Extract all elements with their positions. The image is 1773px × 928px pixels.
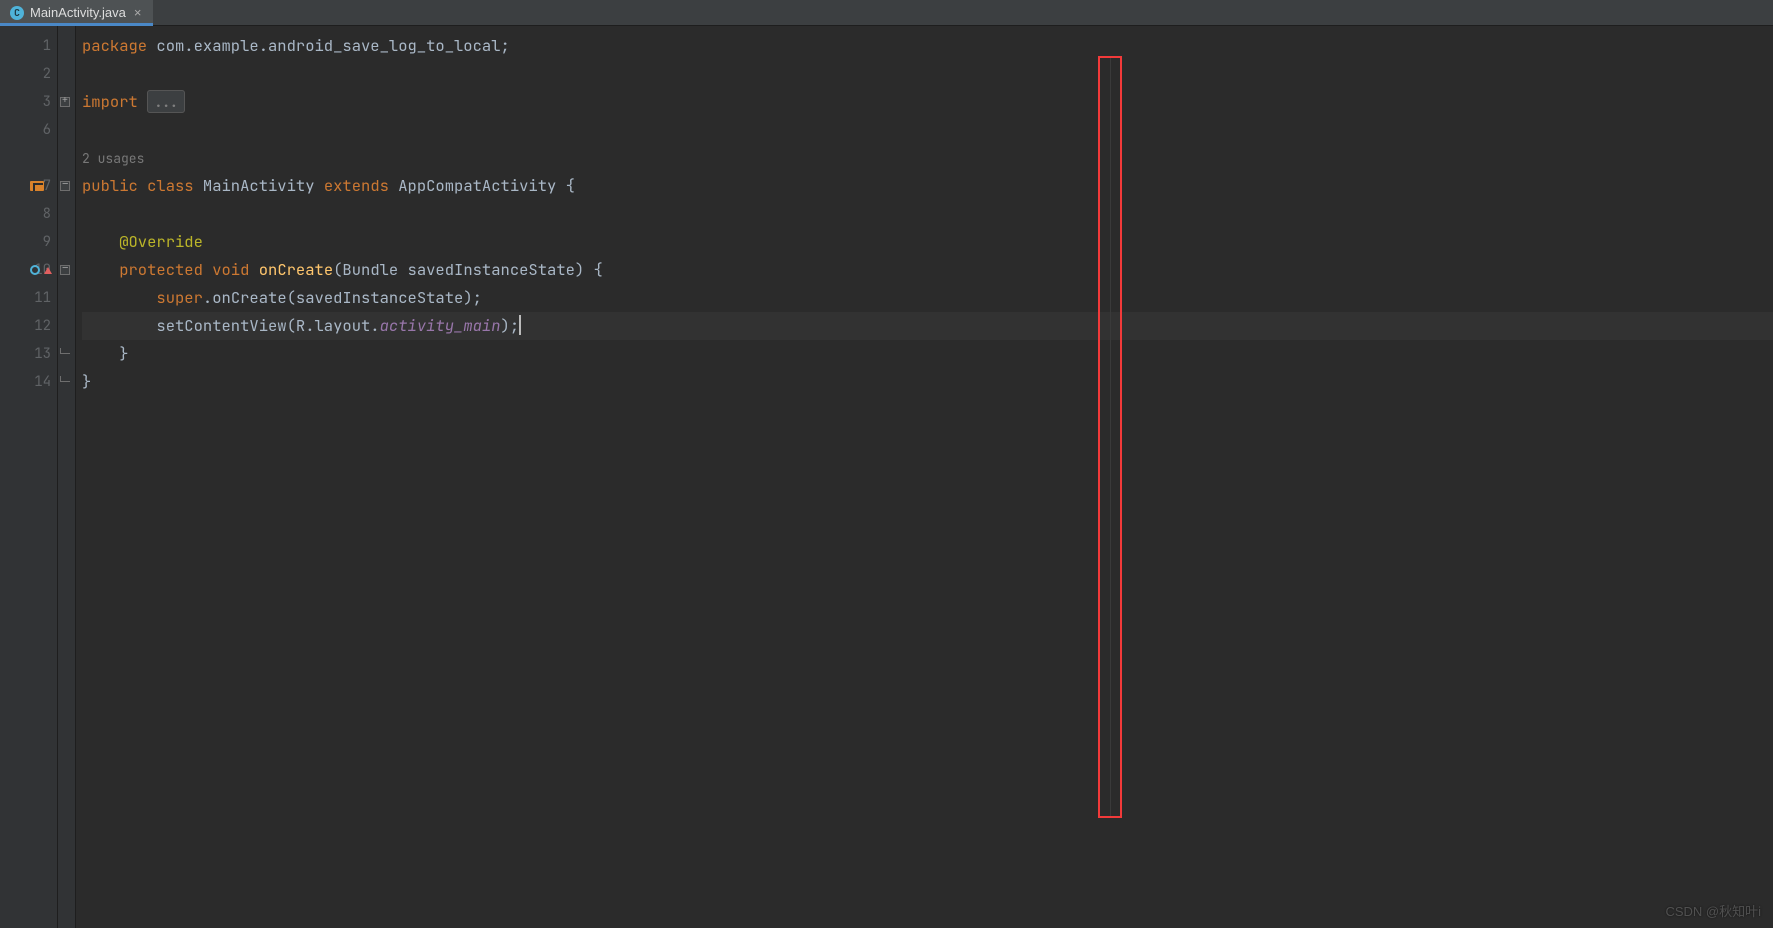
code-line[interactable]: @Override <box>82 228 1773 256</box>
fold-expand-icon[interactable] <box>60 97 70 107</box>
code-line[interactable] <box>82 116 1773 144</box>
keyword: import <box>82 91 147 112</box>
code-line[interactable]: } <box>82 340 1773 368</box>
watermark-text: CSDN @秋知叶i <box>1665 901 1761 920</box>
folded-region[interactable]: ... <box>147 90 185 113</box>
fold-collapse-icon[interactable] <box>60 265 70 275</box>
params: (Bundle savedInstanceState) { <box>333 259 603 280</box>
code-line[interactable]: 2 usages <box>82 144 1773 172</box>
text-cursor <box>519 315 521 335</box>
line-number <box>0 144 51 172</box>
line-number: 9 <box>0 228 51 256</box>
class-name: MainActivity <box>203 175 324 196</box>
tab-label: MainActivity.java <box>30 5 126 20</box>
line-number: 2 <box>0 60 51 88</box>
method-name: onCreate <box>259 259 333 280</box>
annotation: @Override <box>119 231 203 252</box>
editor[interactable]: 1 2 3 6 7 8 9 10 11 12 13 <box>0 26 1773 928</box>
keyword: protected void <box>119 259 259 280</box>
keyword: extends <box>324 175 398 196</box>
code-line[interactable]: } <box>82 368 1773 396</box>
class-name: AppCompatActivity <box>398 175 565 196</box>
code-line[interactable]: import ... <box>82 88 1773 116</box>
fold-end-icon <box>60 348 70 354</box>
tab-mainactivity[interactable]: C MainActivity.java × <box>0 0 153 25</box>
method-call: setContentView <box>156 315 286 336</box>
class-file-icon: C <box>10 6 24 20</box>
code-line[interactable]: super.onCreate(savedInstanceState); <box>82 284 1773 312</box>
usages-hint[interactable]: 2 usages <box>82 150 144 167</box>
code-line[interactable] <box>82 60 1773 88</box>
line-number: 8 <box>0 200 51 228</box>
fold-gutter <box>58 26 76 928</box>
keyword: public class <box>82 175 203 196</box>
code-text: com.example.android_save_log_to_local; <box>156 35 509 56</box>
brace: { <box>566 175 575 196</box>
line-number: 3 <box>0 88 51 116</box>
code-text: .onCreate(savedInstanceState); <box>203 287 482 308</box>
code-line[interactable]: public class MainActivity extends AppCom… <box>82 172 1773 200</box>
tab-bar: C MainActivity.java × <box>0 0 1773 26</box>
field-ref: activity_main <box>380 315 501 336</box>
code-line[interactable] <box>82 200 1773 228</box>
fold-collapse-icon[interactable] <box>60 181 70 191</box>
code-line[interactable]: package com.example.android_save_log_to_… <box>82 32 1773 60</box>
editor-app: C MainActivity.java × 1 2 3 6 7 8 9 10 <box>0 0 1773 928</box>
brace: } <box>119 343 128 364</box>
code-line-current[interactable]: setContentView(R.layout.activity_main); <box>82 312 1773 340</box>
code-line[interactable]: protected void onCreate(Bundle savedInst… <box>82 256 1773 284</box>
override-marker-icon[interactable] <box>30 265 40 275</box>
line-number: 11 <box>0 284 51 312</box>
line-number: 14 <box>0 368 51 396</box>
keyword: super <box>156 287 203 308</box>
code-text: (R.layout. <box>287 315 380 336</box>
line-number: 12 <box>0 312 51 340</box>
code-area[interactable]: package com.example.android_save_log_to_… <box>76 26 1773 928</box>
related-file-icon[interactable] <box>30 181 44 191</box>
line-number: 10 <box>0 256 51 284</box>
code-text: ); <box>501 315 520 336</box>
keyword: package <box>82 35 156 56</box>
line-number: 13 <box>0 340 51 368</box>
line-number: 7 <box>0 172 51 200</box>
brace: } <box>82 371 91 392</box>
fold-end-icon <box>60 376 70 382</box>
close-icon[interactable]: × <box>132 5 144 20</box>
line-number: 6 <box>0 116 51 144</box>
line-number-gutter: 1 2 3 6 7 8 9 10 11 12 13 <box>0 26 58 928</box>
line-number: 1 <box>0 32 51 60</box>
override-up-arrow-icon[interactable] <box>44 267 52 274</box>
